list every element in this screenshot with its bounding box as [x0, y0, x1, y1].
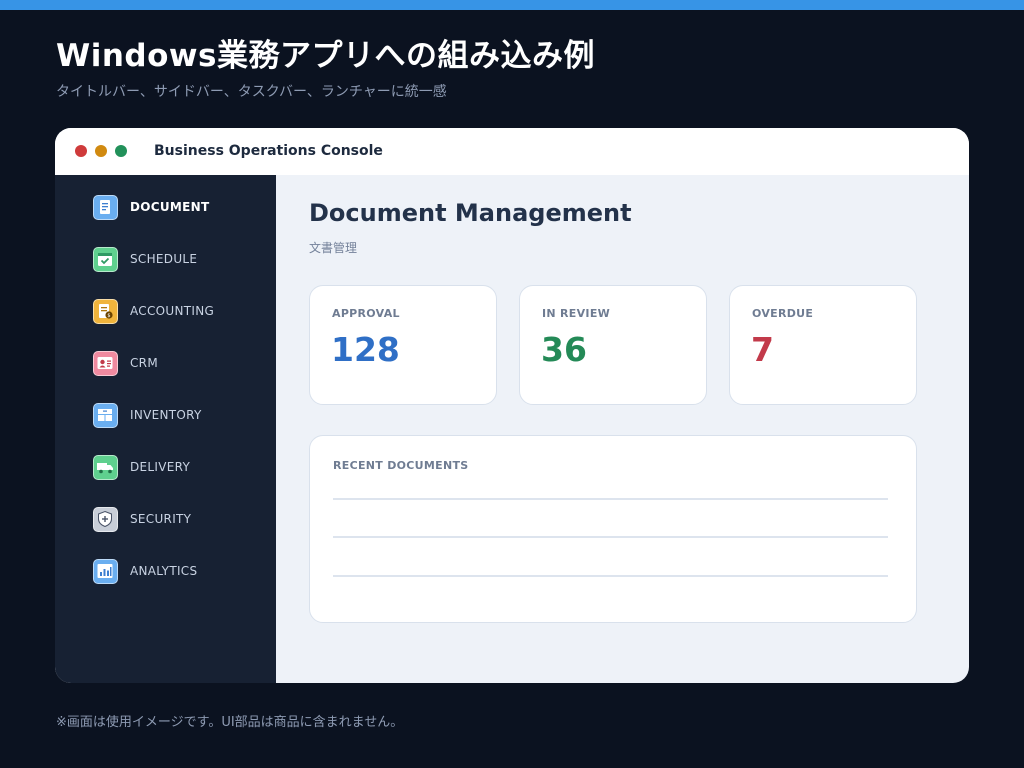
stat-card-approval[interactable]: APPROVAL 128	[309, 285, 497, 405]
stat-label: APPROVAL	[332, 307, 400, 320]
stat-value: 7	[751, 330, 774, 369]
ledger-coin-icon: $	[93, 298, 118, 324]
main-content: Document Management 文書管理 APPROVAL 128 IN…	[276, 175, 969, 683]
app-window: Business Operations Console DOCUMENT SCH…	[55, 128, 969, 683]
bar-chart-icon	[93, 558, 118, 584]
recent-documents-card: RECENT DOCUMENTS	[309, 435, 917, 623]
truck-icon	[93, 454, 118, 480]
sidebar-item-schedule[interactable]: SCHEDULE	[93, 246, 197, 272]
minimize-button[interactable]	[95, 145, 107, 157]
sidebar-item-inventory[interactable]: INVENTORY	[93, 402, 202, 428]
stat-label: OVERDUE	[752, 307, 814, 320]
page-headline: Windows業務アプリへの組み込み例	[56, 38, 595, 74]
sidebar-item-crm[interactable]: CRM	[93, 350, 158, 376]
contact-card-icon	[93, 350, 118, 376]
sidebar: DOCUMENT SCHEDULE $ ACCOUNTING CRM INVEN…	[55, 175, 276, 683]
sidebar-item-label: SCHEDULE	[130, 252, 198, 266]
recent-documents-row[interactable]	[333, 498, 888, 500]
document-icon	[93, 194, 118, 220]
recent-documents-label: RECENT DOCUMENTS	[333, 459, 469, 472]
sidebar-item-analytics[interactable]: ANALYTICS	[93, 558, 197, 584]
top-accent-strip	[0, 0, 1024, 10]
sidebar-item-label: SECURITY	[130, 512, 192, 526]
sidebar-item-label: DOCUMENT	[130, 200, 210, 214]
recent-documents-row[interactable]	[333, 536, 888, 538]
page-subline: タイトルバー、サイドバー、タスクバー、ランチャーに統一感	[56, 84, 447, 100]
close-button[interactable]	[75, 145, 87, 157]
page-title: Document Management	[309, 199, 632, 227]
sidebar-item-delivery[interactable]: DELIVERY	[93, 454, 190, 480]
shield-icon	[93, 506, 118, 532]
sidebar-item-label: INVENTORY	[130, 408, 202, 422]
sidebar-item-document[interactable]: DOCUMENT	[93, 194, 209, 220]
stat-value: 36	[541, 330, 587, 369]
stat-label: IN REVIEW	[542, 307, 611, 320]
stat-card-in-review[interactable]: IN REVIEW 36	[519, 285, 707, 405]
recent-documents-row[interactable]	[333, 575, 888, 577]
sidebar-item-label: ACCOUNTING	[130, 304, 215, 318]
sidebar-item-label: CRM	[130, 356, 158, 370]
svg-text:$: $	[107, 313, 110, 319]
window-title: Business Operations Console	[154, 143, 383, 159]
calendar-check-icon	[93, 246, 118, 272]
stat-value: 128	[331, 330, 400, 369]
sidebar-item-label: ANALYTICS	[130, 564, 198, 578]
stat-card-overdue[interactable]: OVERDUE 7	[729, 285, 917, 405]
page-subtitle: 文書管理	[309, 241, 358, 255]
sidebar-item-security[interactable]: SECURITY	[93, 506, 191, 532]
boxes-icon	[93, 402, 118, 428]
sidebar-item-label: DELIVERY	[130, 460, 191, 474]
sidebar-item-accounting[interactable]: $ ACCOUNTING	[93, 298, 214, 324]
disclaimer-note: ※画面は使用イメージです。UI部品は商品に含まれません。	[56, 715, 404, 730]
maximize-button[interactable]	[115, 145, 127, 157]
title-bar: Business Operations Console	[55, 128, 969, 175]
